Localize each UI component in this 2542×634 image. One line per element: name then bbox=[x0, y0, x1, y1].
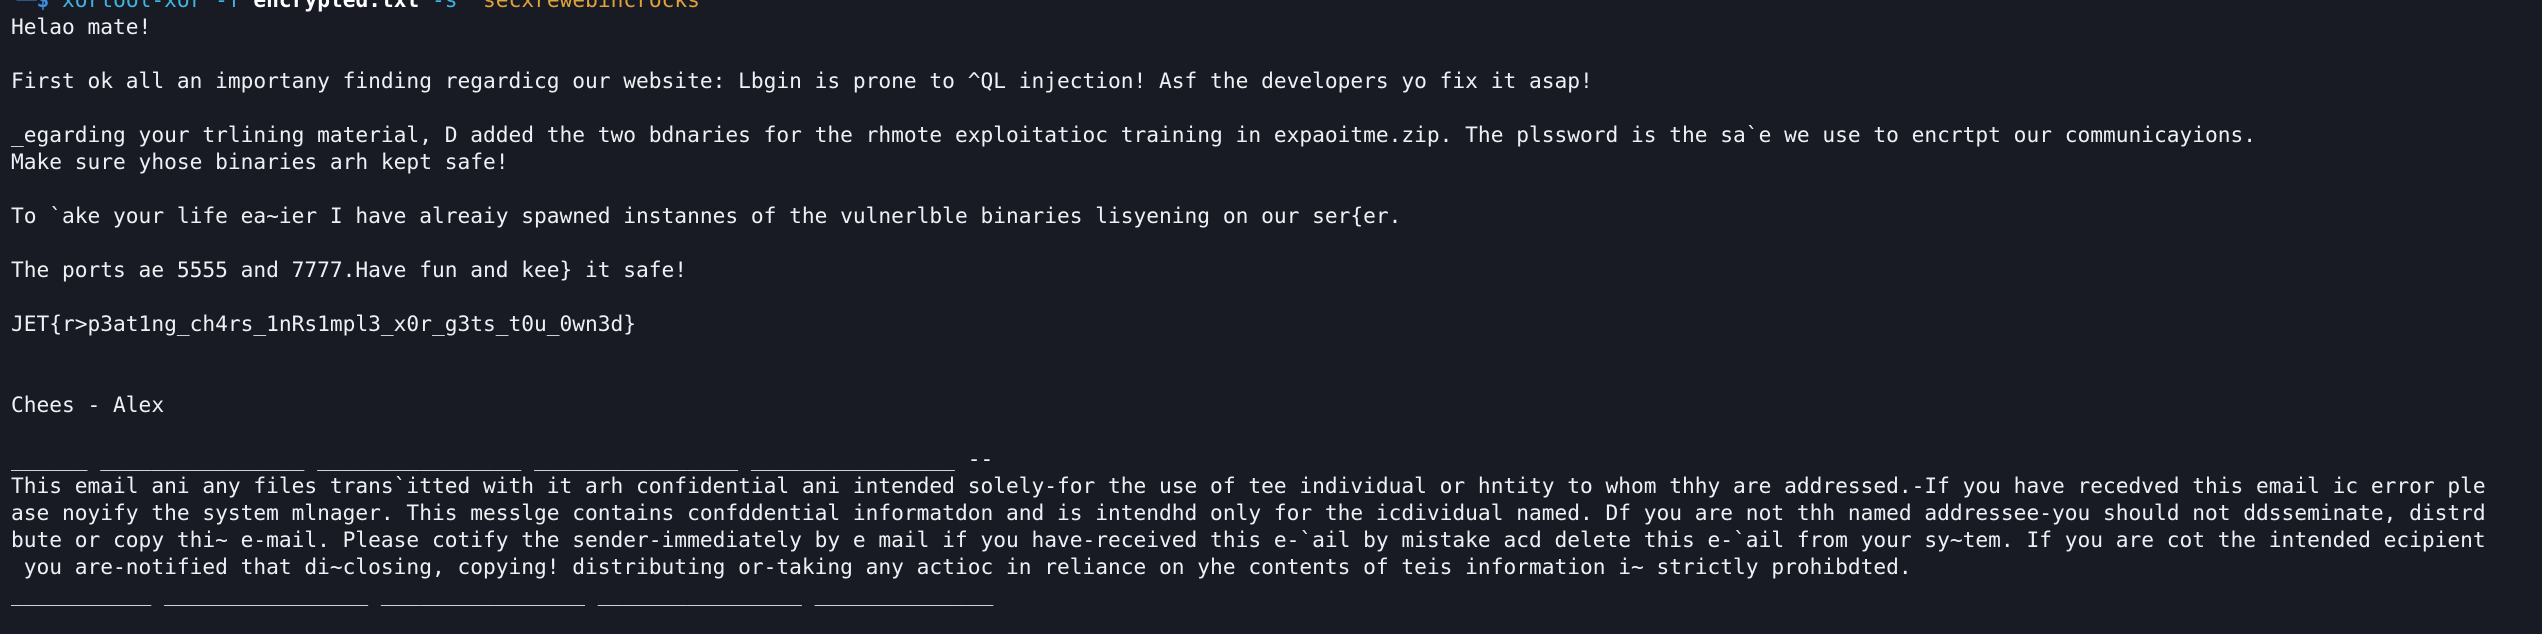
prompt-corner: └─ bbox=[11, 0, 37, 12]
flag-line: JET{r>p3at1ng_ch4rs_1nRs1mpl3_x0r_g3ts_t… bbox=[11, 311, 637, 336]
output-line: Make sure yhose binaries arh kept safe! bbox=[11, 149, 509, 174]
disclaimer-line: ase noyify the system mlnager. This mess… bbox=[11, 500, 2486, 525]
separator-line: ___________ ________________ ___________… bbox=[11, 581, 994, 606]
command-prompt-line: └─$ xortool-xor -f encrypted.txt -s 'sec… bbox=[11, 0, 2542, 13]
command-flag-s: -s bbox=[432, 0, 458, 12]
signature-line: Chees - Alex bbox=[11, 392, 165, 417]
command-flag-f: -f bbox=[215, 0, 241, 12]
command-file-arg: encrypted.txt bbox=[253, 0, 419, 12]
output-line: The ports ae 5555 and 7777.Have fun and … bbox=[11, 257, 688, 282]
output-line: To `ake your life ea~ier I have alreaiy … bbox=[11, 203, 1402, 228]
output-line: _egarding your trlining material, D adde… bbox=[11, 122, 2257, 147]
disclaimer-line: This email ani any files trans`itted wit… bbox=[11, 473, 2486, 498]
command-key-arg: 'secxrewebincrocks' bbox=[470, 0, 712, 12]
disclaimer-line: bute or copy thi~ e-mail. Please cotify … bbox=[11, 527, 2486, 552]
prompt-symbol: $ bbox=[37, 0, 50, 12]
command-name: xortool-xor bbox=[62, 0, 202, 12]
output-line: Helao mate! bbox=[11, 14, 152, 39]
separator-line: ______ ________________ ________________… bbox=[11, 446, 994, 471]
command-output: Helao mate! First ok all an importany fi… bbox=[11, 13, 2542, 607]
disclaimer-line: you are-notified that di~closing, copyin… bbox=[11, 554, 1912, 579]
output-line: First ok all an importany finding regard… bbox=[11, 68, 1593, 93]
terminal-window[interactable]: └─$ xortool-xor -f encrypted.txt -s 'sec… bbox=[0, 0, 2542, 634]
